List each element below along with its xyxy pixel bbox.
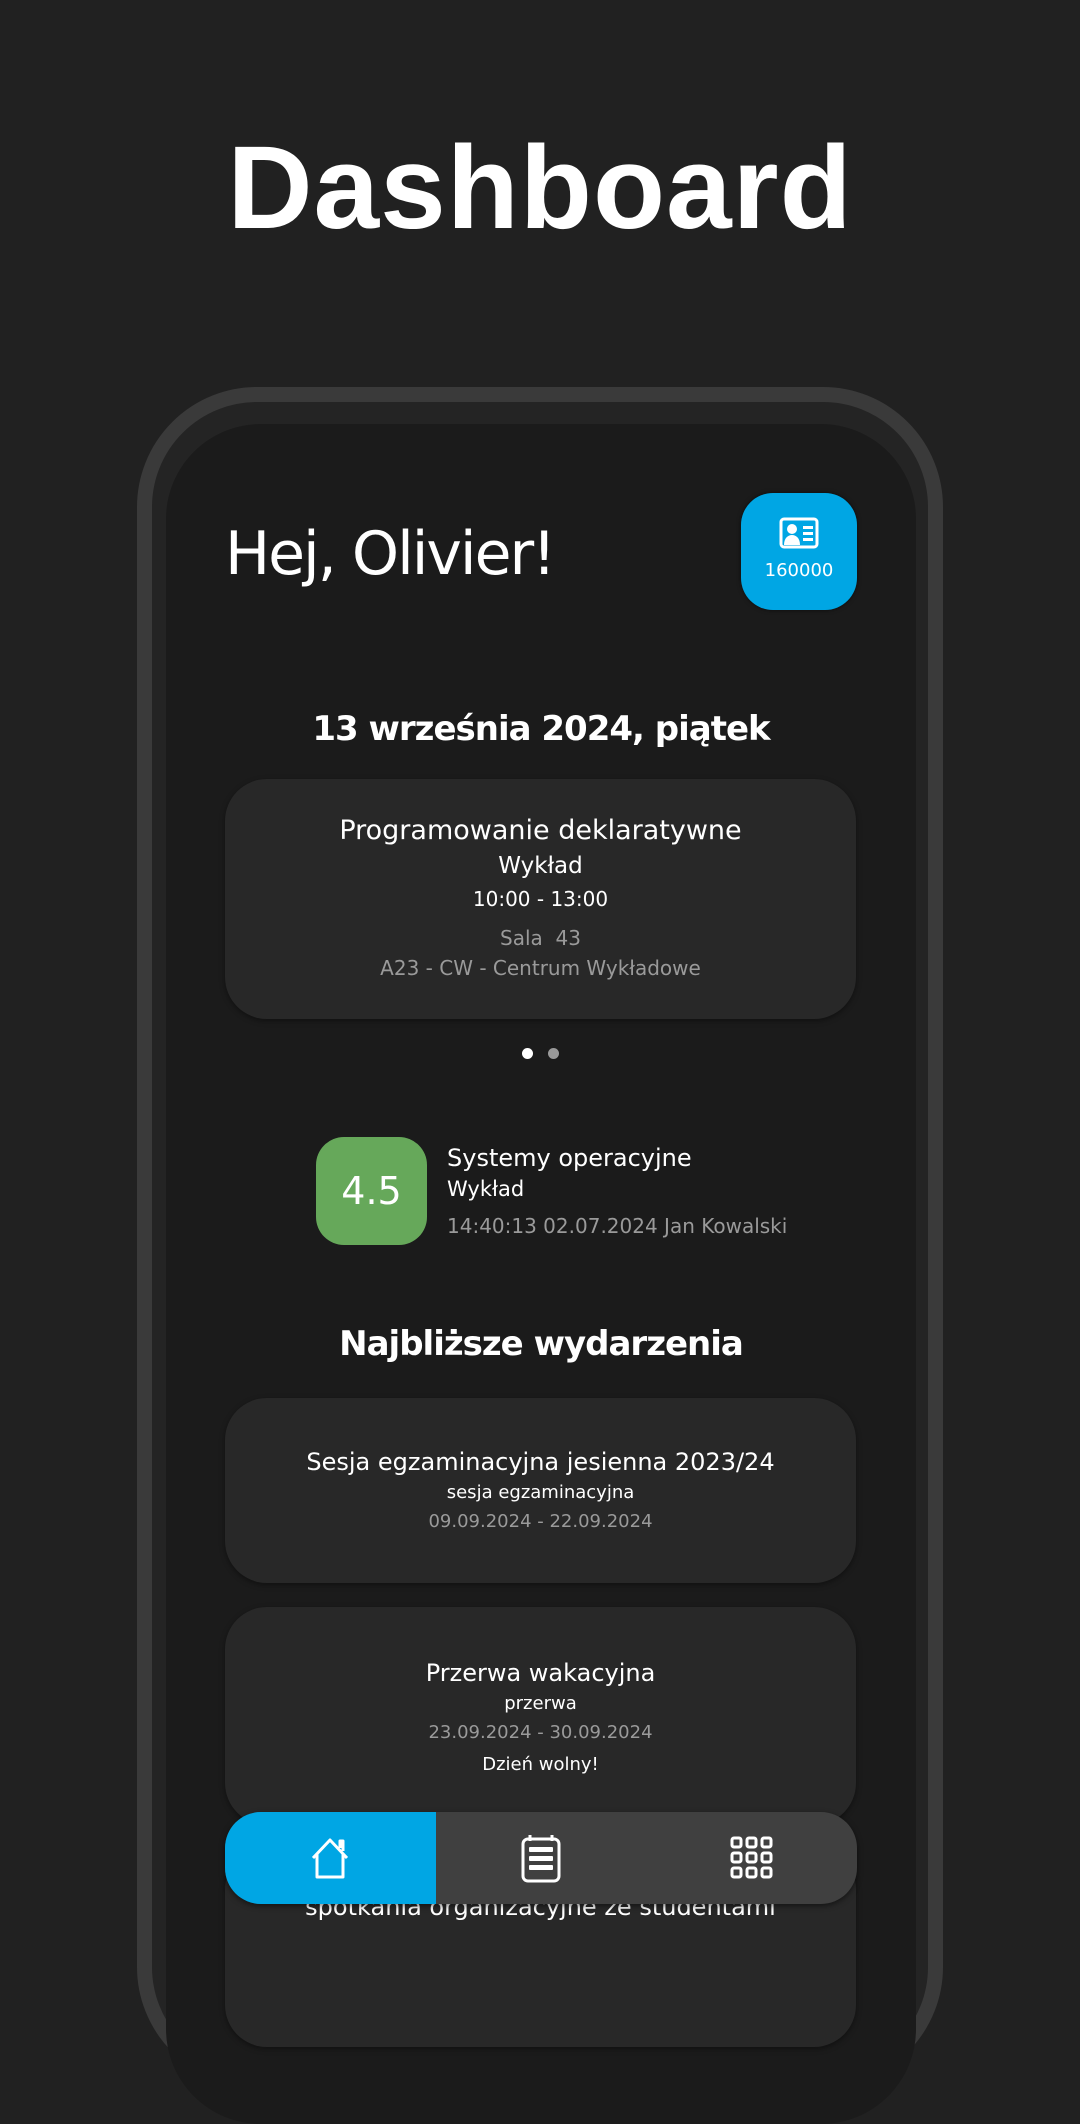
schedule-icon [521,1835,561,1883]
nav-menu[interactable] [647,1812,858,1904]
home-icon [311,1838,348,1879]
event-note: Dzień wolny! [482,1754,599,1775]
grade-subject: Systemy operacyjne [447,1144,692,1172]
grade-meta: 14:40:13 02.07.2024 Jan Kowalski [447,1214,788,1238]
greeting: Hej, Olivier! [225,519,556,589]
bottom-nav [225,1812,857,1904]
class-card[interactable]: Programowanie deklaratywne Wykład 10:00 … [225,779,856,1019]
nav-schedule[interactable] [436,1812,647,1904]
class-time: 10:00 - 13:00 [472,887,609,911]
event-dates: 23.09.2024 - 30.09.2024 [428,1722,653,1743]
student-id-button[interactable]: 160000 [741,493,857,610]
carousel-dot[interactable] [548,1048,559,1059]
carousel-dot-active[interactable] [522,1048,533,1059]
event-title: Przerwa wakacyjna [425,1659,656,1687]
event-card[interactable]: Sesja egzaminacyjna jesienna 2023/24 ses… [225,1398,856,1583]
event-title: Sesja egzaminacyjna jesienna 2023/24 [306,1448,775,1476]
class-building: A23 - CW - Centrum Wykładowe [380,956,701,980]
grade-badge: 4.5 [316,1137,427,1245]
event-type: sesja egzaminacyjna [446,1482,635,1503]
nav-home[interactable] [225,1812,436,1904]
student-id-number: 160000 [764,560,834,581]
grade-type: Wykład [447,1177,525,1201]
grid-menu-icon [730,1836,773,1879]
phone-screen: Hej, Olivier! 160000 13 września 2024, p… [166,424,916,2124]
event-type: przerwa [504,1693,577,1714]
id-card-icon [779,517,819,549]
event-card[interactable]: Przerwa wakacyjna przerwa 23.09.2024 - 3… [225,1607,856,1825]
page-title: Dashboard [227,122,853,254]
class-name: Programowanie deklaratywne [339,815,742,846]
events-heading: Najbliższe wydarzenia [339,1324,744,1364]
event-dates: 09.09.2024 - 22.09.2024 [428,1511,653,1532]
class-type: Wykład [498,853,583,879]
class-room: Sala 43 [500,926,581,950]
date-heading: 13 września 2024, piątek [312,709,770,749]
